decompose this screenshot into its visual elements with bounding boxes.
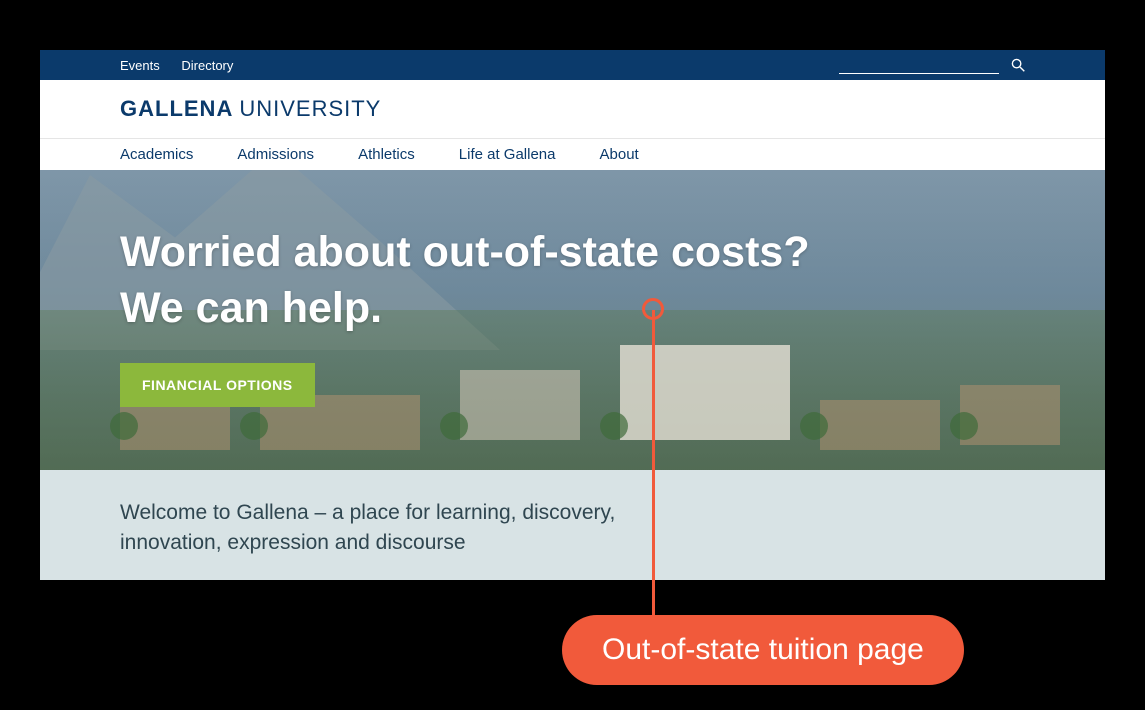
logo-bar: GALLENA UNIVERSITY bbox=[40, 80, 1105, 138]
nav-life-at-gallena[interactable]: Life at Gallena bbox=[459, 146, 556, 163]
welcome-text: Welcome to Gallena – a place for learnin… bbox=[120, 498, 680, 559]
financial-options-button[interactable]: FINANCIAL OPTIONS bbox=[120, 363, 315, 407]
logo-secondary[interactable]: UNIVERSITY bbox=[239, 96, 381, 122]
hero-banner: Worried about out-of-state costs? We can… bbox=[40, 170, 1105, 470]
nav-academics[interactable]: Academics bbox=[120, 146, 193, 163]
annotation-connector-line bbox=[652, 310, 655, 620]
utility-links: Events Directory bbox=[120, 58, 251, 73]
nav-admissions[interactable]: Admissions bbox=[237, 146, 314, 163]
utility-search bbox=[839, 56, 1025, 74]
search-icon[interactable] bbox=[1011, 58, 1025, 72]
hero-title-line1: Worried about out-of-state costs? bbox=[120, 225, 1025, 281]
nav-athletics[interactable]: Athletics bbox=[358, 146, 415, 163]
search-input[interactable] bbox=[839, 56, 999, 74]
utility-bar: Events Directory bbox=[40, 50, 1105, 80]
welcome-strip: Welcome to Gallena – a place for learnin… bbox=[40, 470, 1105, 580]
utility-link-directory[interactable]: Directory bbox=[181, 58, 233, 73]
hero-content: Worried about out-of-state costs? We can… bbox=[40, 170, 1105, 407]
hero-title: Worried about out-of-state costs? We can… bbox=[120, 225, 1025, 337]
website-frame: Events Directory GALLENA UNIVERSITY Acad… bbox=[40, 50, 1105, 580]
nav-about[interactable]: About bbox=[600, 146, 639, 163]
logo-primary[interactable]: GALLENA bbox=[120, 96, 233, 122]
utility-link-events[interactable]: Events bbox=[120, 58, 160, 73]
annotation-marker-circle bbox=[642, 298, 664, 320]
hero-title-line2: We can help. bbox=[120, 281, 1025, 337]
main-nav: Academics Admissions Athletics Life at G… bbox=[40, 138, 1105, 170]
annotation-callout-pill: Out-of-state tuition page bbox=[562, 615, 964, 685]
